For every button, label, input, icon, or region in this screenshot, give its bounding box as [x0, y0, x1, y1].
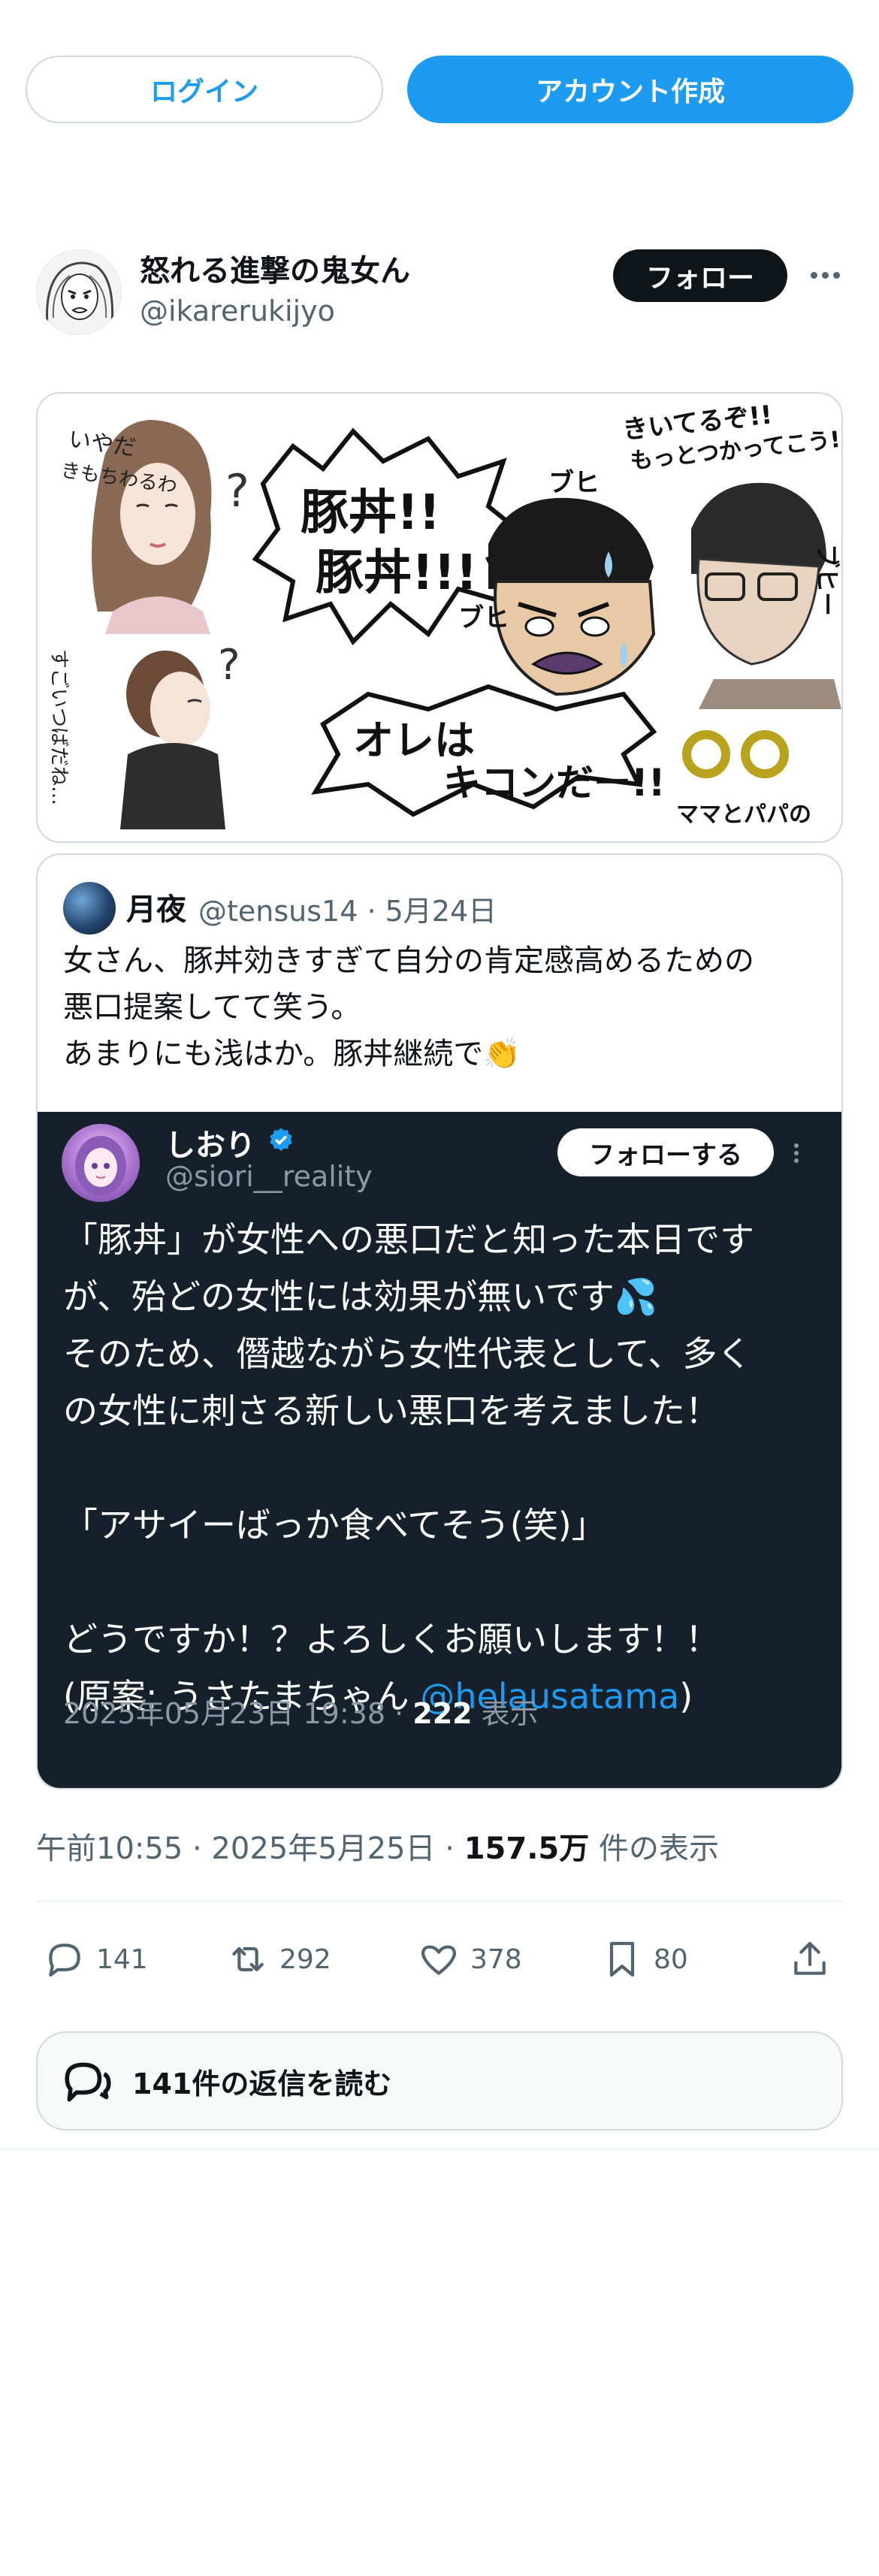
svg-text:ブヒ: ブヒ — [458, 603, 509, 633]
svg-text:ブヒ: ブヒ — [548, 468, 600, 498]
share-icon — [794, 1941, 826, 1975]
more-options-icon[interactable] — [805, 255, 844, 294]
divider — [36, 1901, 843, 1902]
author-name[interactable]: 怒れる進撃の鬼女ん — [140, 246, 410, 290]
svg-text:ブヒー: ブヒー — [813, 544, 841, 616]
svg-text:?: ? — [218, 641, 240, 690]
quoted-author-name: 月夜 — [126, 892, 186, 927]
like-button[interactable]: 378 — [418, 1935, 522, 1983]
quoted-author-avatar[interactable] — [63, 882, 116, 935]
bookmark-button[interactable]: 80 — [601, 1935, 688, 1983]
svg-text:豚丼!!!: 豚丼!!! — [316, 545, 478, 601]
quoted-screenshot-panel: しおり @siori__reality フォローする 「豚丼」が女性への悪口だと… — [38, 1112, 841, 1788]
post-image[interactable]: ? いやだ きもちわるわ ? すごいつばだね… 豚丼!! 豚丼!!! オレは キ… — [36, 392, 843, 843]
read-replies-button[interactable]: 141件の返信を読む — [36, 2031, 843, 2131]
verified-badge-icon — [270, 1128, 292, 1152]
inner-more-icon — [789, 1134, 804, 1172]
bookmark-count: 80 — [654, 1943, 688, 1975]
repost-count: 292 — [279, 1943, 331, 1975]
svg-text:オレは: オレは — [353, 717, 475, 764]
svg-text:すごいつばだね…: すごいつばだね… — [47, 649, 70, 805]
post-meta: 午前10:55 · 2025年5月25日 · 157.5万 件の表示 — [36, 1824, 719, 1868]
inner-post-text: 「豚丼」が女性への悪口だと知った本日です が、殆どの女性には効果が無いです💦 そ… — [63, 1211, 822, 1725]
reply-button[interactable]: 141 — [44, 1935, 148, 1983]
inner-follow-button: フォローする — [557, 1128, 774, 1176]
inner-author-avatar — [62, 1124, 140, 1202]
repost-button[interactable]: 292 — [227, 1935, 331, 1983]
author-avatar[interactable] — [36, 249, 122, 335]
speech-bubbles-icon — [65, 2062, 111, 2102]
bookmark-icon — [609, 1941, 635, 1977]
create-account-button[interactable]: アカウント作成 — [407, 56, 853, 123]
quoted-author-meta: @tensus14 · 5月24日 — [198, 895, 497, 928]
read-replies-label: 141件の返信を読む — [132, 2067, 392, 2100]
inner-author-name: しおり — [165, 1128, 255, 1163]
heart-icon — [421, 1945, 457, 1975]
svg-text:ママとパパの: ママとパパの — [676, 802, 811, 828]
login-button[interactable]: ログイン — [26, 56, 383, 123]
view-count: 157.5万 — [464, 1832, 590, 1866]
quoted-post-card[interactable]: 月夜 @tensus14 · 5月24日 女さん、豚丼効きすぎて自分の肯定感高め… — [36, 853, 843, 1789]
anime-girl-avatar-icon — [75, 1136, 126, 1196]
inner-post-end: ) — [679, 1676, 693, 1717]
svg-text:?: ? — [225, 465, 249, 518]
view-count-label: 件の表示 — [589, 1832, 719, 1866]
share-button[interactable] — [789, 1935, 841, 1983]
svg-text:豚丼!!: 豚丼!! — [301, 485, 440, 541]
quoted-post-text: 女さん、豚丼効きすぎて自分の肯定感高めるための 悪口提案してて笑う。 あまりにも… — [63, 944, 754, 1071]
bottom-divider — [0, 2149, 879, 2150]
inner-post-footer: 2025年05月23日 19:38 · 222 表示 — [63, 1690, 539, 1732]
manga-illustration: ? いやだ きもちわるわ ? すごいつばだね… 豚丼!! 豚丼!!! オレは キ… — [38, 394, 841, 841]
inner-post-body: 「豚丼」が女性への悪口だと知った本日です が、殆どの女性には効果が無いです💦 そ… — [63, 1219, 754, 1717]
like-count: 378 — [470, 1943, 522, 1975]
inner-view-label: 表示 — [472, 1697, 539, 1730]
reply-count: 141 — [96, 1943, 148, 1975]
svg-text:キコンだー!!: キコンだー!! — [443, 761, 666, 805]
repost-icon — [232, 1946, 264, 1972]
angry-woman-avatar-icon — [37, 250, 121, 334]
inner-author-handle: @siori__reality — [165, 1160, 373, 1193]
inner-post-date: 2025年05月23日 19:38 · — [63, 1697, 413, 1730]
inner-view-count: 222 — [412, 1697, 473, 1730]
follow-button[interactable]: フォロー — [613, 249, 787, 302]
reply-icon — [49, 1943, 80, 1977]
post-timestamp[interactable]: 午前10:55 · 2025年5月25日 · — [36, 1832, 464, 1866]
author-handle[interactable]: @ikarerukijyo — [140, 294, 335, 328]
